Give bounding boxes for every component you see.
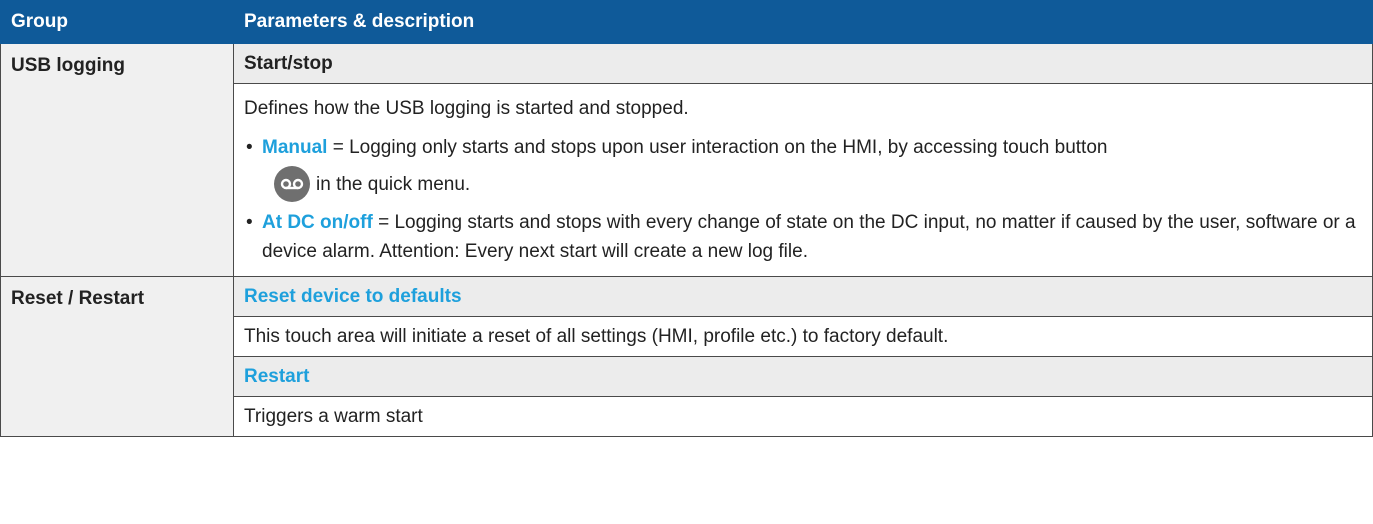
option-dc-key: At DC on/off — [262, 212, 373, 233]
header-group: Group — [0, 0, 234, 44]
icon-line: in the quick menu. — [262, 166, 1362, 202]
usb-options-list: • Manual = Logging only starts and stops… — [244, 133, 1362, 266]
param-reset-defaults: Reset device to defaults — [233, 276, 1373, 317]
bullet-icon: • — [246, 137, 253, 158]
option-manual-after: in the quick menu. — [316, 173, 471, 195]
param-restart: Restart — [233, 356, 1373, 397]
option-manual: • Manual = Logging only starts and stops… — [244, 133, 1362, 202]
reset-description: This touch area will initiate a reset of… — [233, 316, 1373, 357]
header-row: Group Parameters & description — [0, 0, 1373, 44]
recording-icon — [274, 166, 310, 202]
reset-param-row: Reset / Restart Reset device to defaults — [0, 276, 1373, 437]
option-dc-text: = Logging starts and stops with every ch… — [262, 212, 1356, 262]
bullet-icon: • — [246, 212, 253, 233]
parameters-table: Group Parameters & description USB loggi… — [0, 0, 1373, 437]
header-params: Parameters & description — [233, 0, 1373, 44]
group-reset-restart: Reset / Restart — [0, 276, 234, 437]
option-manual-text: = Logging only starts and stops upon use… — [327, 137, 1108, 158]
option-dc-onoff: • At DC on/off = Logging starts and stop… — [244, 208, 1362, 266]
usb-intro: Defines how the USB logging is started a… — [244, 98, 689, 119]
group-usb-logging: USB logging — [0, 43, 234, 277]
restart-description: Triggers a warm start — [233, 396, 1373, 437]
usb-param-row: USB logging Start/stop — [0, 43, 1373, 277]
param-start-stop: Start/stop — [233, 43, 1373, 84]
usb-description: Defines how the USB logging is started a… — [233, 83, 1373, 277]
option-manual-key: Manual — [262, 137, 328, 158]
